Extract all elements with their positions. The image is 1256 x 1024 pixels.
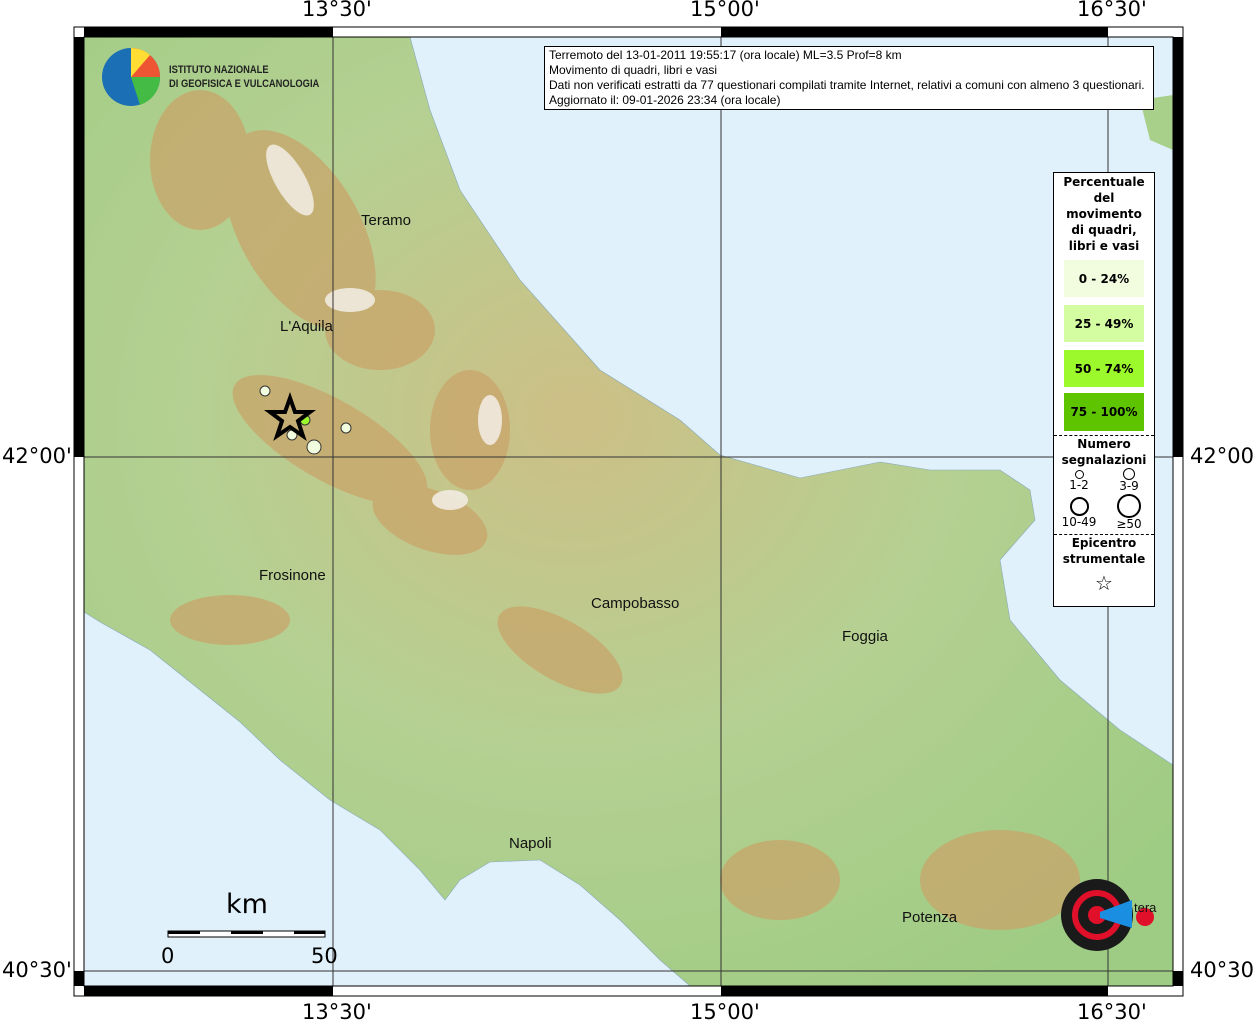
legend-title: del — [1093, 191, 1115, 205]
lon-label-top: 15°00' — [690, 0, 760, 21]
inst-logo-icon — [102, 47, 161, 106]
count-label: 3-9 — [1119, 479, 1139, 493]
city-label: Foggia — [842, 628, 888, 645]
city-label: L'Aquila — [280, 318, 333, 335]
lat-label-left: 42°00' — [2, 444, 72, 468]
marker-0-24 — [340, 422, 352, 434]
legend-title: movimento — [1066, 207, 1142, 221]
marker-0-24 — [306, 439, 322, 455]
count-10-49: 10-49 — [1054, 493, 1104, 531]
marker-0-24 — [259, 385, 271, 397]
logo-line: DI GEOFISICA E VULCANOLOGIA — [169, 78, 320, 90]
lon-label-bottom: 15°00' — [690, 1000, 760, 1024]
lon-label-top: 16°30' — [1077, 0, 1147, 21]
count-1-2: 1-2 — [1054, 468, 1104, 493]
legend: Percentuale del movimento di quadri, lib… — [1053, 172, 1155, 607]
legend-class-50-74: 50 - 74% — [1064, 350, 1144, 387]
lat-label-right: 42°00' — [1190, 444, 1256, 468]
event-line: Terremoto del 13-01-2011 19:55:17 (ora l… — [549, 48, 902, 62]
count-50-plus: ≥50 — [1104, 493, 1154, 531]
epicenter-title: strumentale — [1062, 552, 1146, 566]
city-label: Potenza — [902, 909, 958, 926]
scale-bar — [167, 930, 326, 938]
lon-label-top: 13°30' — [302, 0, 372, 21]
count-label: 10-49 — [1061, 515, 1097, 529]
scale-min: 0 — [161, 944, 175, 968]
count-label: 1-2 — [1069, 478, 1089, 492]
lat-label-left: 40°30' — [2, 958, 72, 982]
city-label: Teramo — [361, 212, 412, 229]
count-title: Numero — [1077, 437, 1131, 451]
city-label: Frosinone — [259, 567, 326, 584]
legend-class-0-24: 0 - 24% — [1064, 260, 1144, 297]
legend-title: di quadri, — [1071, 223, 1137, 237]
count-label: ≥50 — [1116, 517, 1142, 531]
legend-title: libri e vasi — [1068, 239, 1140, 253]
inst-logo-text: ISTITUTO NAZIONALE DI GEOFISICA E VULCAN… — [169, 63, 319, 91]
count-3-9: 3-9 — [1104, 468, 1154, 493]
city-label: Campobasso — [591, 595, 680, 612]
legend-class-75-100: 75 - 100% — [1064, 393, 1144, 431]
scale-unit: km — [226, 889, 268, 920]
count-title: segnalazioni — [1061, 453, 1147, 467]
updated-line: Aggiornato il: 09-01-2026 23:34 (ora loc… — [549, 93, 781, 107]
epicenter-title: Epicentro — [1071, 536, 1137, 550]
data-note: Dati non verificati estratti da 77 quest… — [549, 78, 1145, 92]
star-outline-icon: ☆ — [1095, 571, 1113, 595]
lon-label-bottom: 16°30' — [1077, 1000, 1147, 1024]
legend-class-25-49: 25 - 49% — [1064, 305, 1144, 342]
legend-title: Percentuale — [1063, 175, 1145, 189]
info-box: Terremoto del 13-01-2011 19:55:17 (ora l… — [544, 46, 1154, 110]
effect-line: Movimento di quadri, libri e vasi — [549, 63, 718, 77]
lat-label-right: 40°30' — [1190, 958, 1256, 982]
lon-label-bottom: 13°30' — [302, 1000, 372, 1024]
city-label: tera — [1134, 900, 1157, 915]
scale-max: 50 — [311, 944, 338, 968]
logo-line: ISTITUTO NAZIONALE — [169, 64, 269, 76]
city-label: Napoli — [509, 835, 552, 852]
